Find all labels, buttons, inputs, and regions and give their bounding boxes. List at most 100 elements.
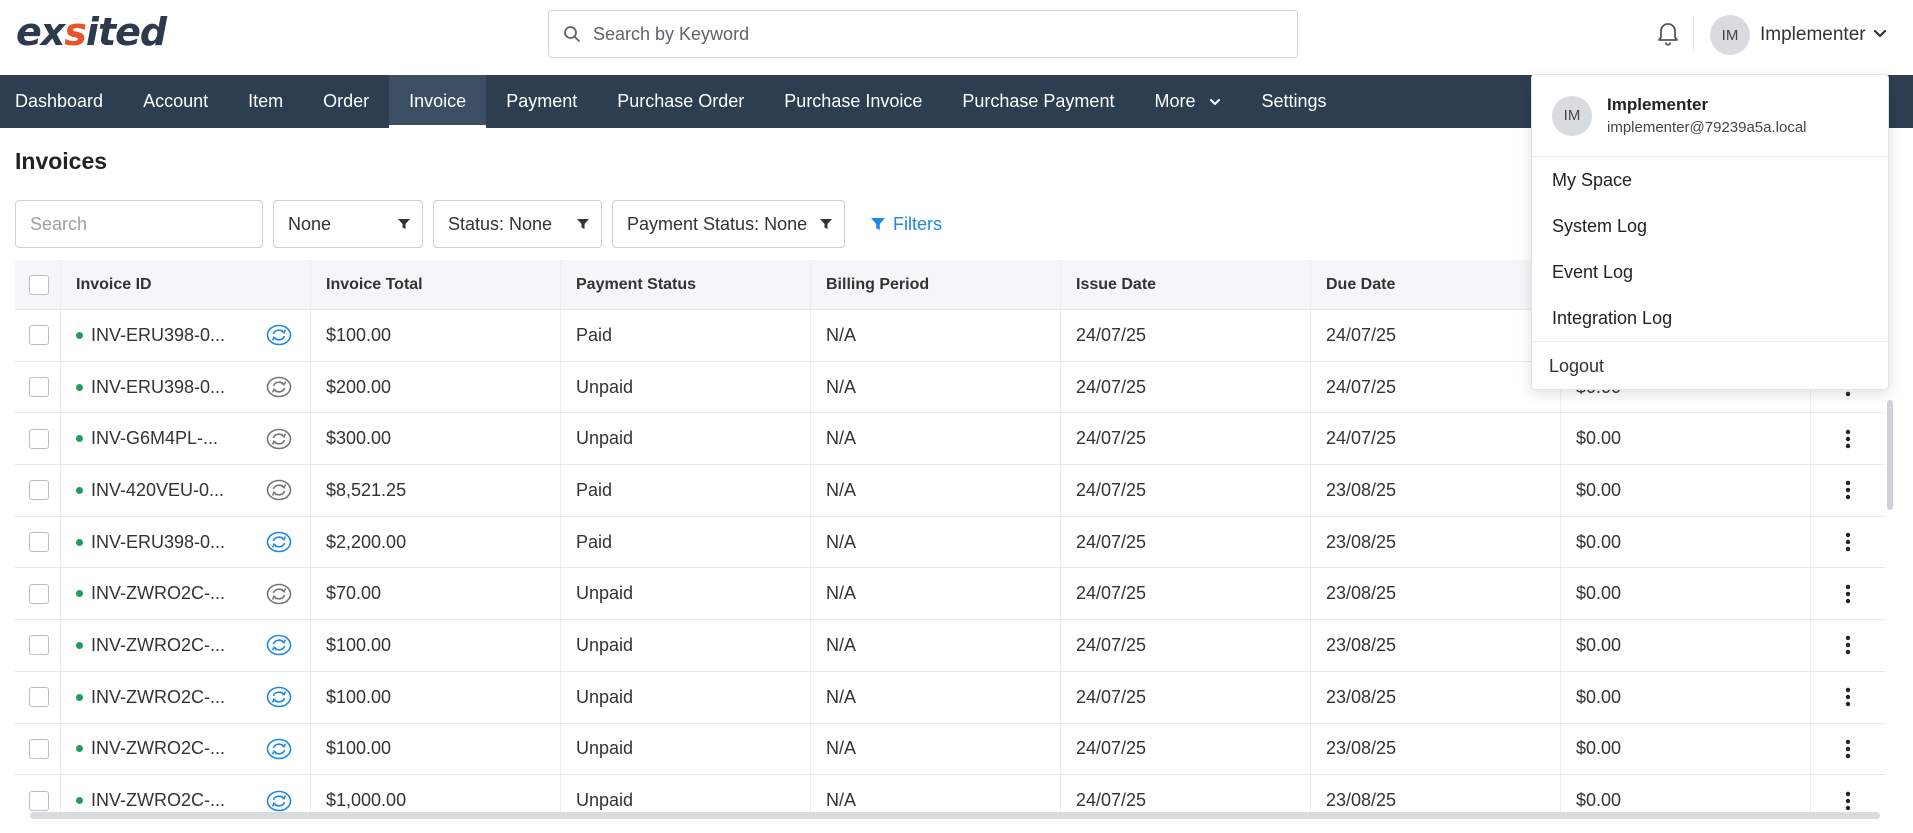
- payment-status-cell: Paid: [561, 516, 811, 568]
- header-payment-status[interactable]: Payment Status: [561, 260, 811, 309]
- user-name[interactable]: Implementer: [1760, 24, 1866, 46]
- billing-period-cell: N/A: [811, 413, 1061, 465]
- nav-item-account[interactable]: Account: [123, 75, 228, 128]
- issue-date-cell: 24/07/25: [1061, 568, 1311, 620]
- view-select[interactable]: None: [273, 200, 423, 248]
- nav-item-settings[interactable]: Settings: [1241, 75, 1346, 128]
- vertical-scrollbar[interactable]: [1887, 400, 1893, 510]
- row-checkbox[interactable]: [29, 635, 49, 656]
- nav-item-invoice[interactable]: Invoice: [389, 75, 487, 128]
- user-menu-items: My Space System Log Event Log Integratio…: [1532, 157, 1888, 342]
- row-checkbox[interactable]: [29, 790, 49, 811]
- row-checkbox[interactable]: [29, 377, 49, 398]
- sync-icon[interactable]: [266, 531, 292, 553]
- header-invoice-id[interactable]: Invoice ID: [61, 260, 311, 309]
- nav-item-more[interactable]: More: [1134, 75, 1241, 128]
- invoice-search-input[interactable]: [15, 200, 263, 248]
- horizontal-scrollbar[interactable]: [30, 812, 1880, 819]
- table-row[interactable]: INV-ZWRO2C-... $100.00 Unpaid N/A 24/07/25 23…: [15, 671, 1885, 724]
- sync-icon[interactable]: [266, 376, 292, 398]
- row-checkbox[interactable]: [29, 325, 49, 346]
- table-row[interactable]: INV-ZWRO2C-... $100.00 Unpaid N/A 24/07/25 23…: [15, 723, 1885, 776]
- invoice-id-link[interactable]: INV-ERU398-0...: [91, 532, 225, 553]
- global-search-input[interactable]: [593, 23, 1273, 45]
- row-checkbox[interactable]: [29, 480, 49, 501]
- sync-icon[interactable]: [266, 479, 292, 501]
- more-vertical-icon[interactable]: [1845, 686, 1851, 708]
- payment-status-cell: Unpaid: [561, 413, 811, 465]
- invoice-id-link[interactable]: INV-ZWRO2C-...: [91, 687, 225, 708]
- header-issue-date[interactable]: Issue Date: [1061, 260, 1311, 309]
- invoice-id-link[interactable]: INV-ERU398-0...: [91, 325, 225, 346]
- status-dot: [76, 590, 83, 598]
- sync-icon[interactable]: [266, 790, 292, 812]
- chevron-down-icon[interactable]: [1872, 28, 1888, 40]
- table-row[interactable]: INV-ZWRO2C-... $100.00 Unpaid N/A 24/07/25 23…: [15, 620, 1885, 672]
- billing-period-cell: N/A: [811, 568, 1061, 620]
- select-all-checkbox[interactable]: [29, 274, 49, 295]
- table-row[interactable]: INV-ERU398-0... $2,200.00 Paid N/A 24/07/25 2…: [15, 516, 1885, 569]
- row-checkbox-cell: [15, 465, 61, 516]
- menu-item-integration-log[interactable]: Integration Log: [1532, 295, 1888, 341]
- view-select-value: None: [288, 213, 332, 234]
- due-date-cell: 23/08/25: [1311, 516, 1561, 568]
- nav-item-purchase-invoice[interactable]: Purchase Invoice: [764, 75, 942, 128]
- more-vertical-icon[interactable]: [1845, 583, 1851, 605]
- top-header: exsited IM Implementer: [0, 0, 1913, 75]
- more-vertical-icon[interactable]: [1845, 479, 1851, 501]
- header-invoice-total[interactable]: Invoice Total: [311, 260, 561, 309]
- logout-button[interactable]: Logout: [1532, 342, 1888, 390]
- menu-item-event-log[interactable]: Event Log: [1532, 249, 1888, 295]
- invoice-id-link[interactable]: INV-ERU398-0...: [91, 377, 225, 398]
- due-date-cell: 23/08/25: [1311, 465, 1561, 516]
- header-billing-period[interactable]: Billing Period: [811, 260, 1061, 309]
- nav-item-dashboard[interactable]: Dashboard: [0, 75, 123, 128]
- user-avatar[interactable]: IM: [1710, 15, 1750, 55]
- sync-icon[interactable]: [266, 686, 292, 708]
- invoice-id-link[interactable]: INV-ZWRO2C-...: [91, 738, 225, 759]
- sync-icon[interactable]: [266, 428, 292, 450]
- invoice-id-link[interactable]: INV-ZWRO2C-...: [91, 583, 225, 604]
- row-checkbox[interactable]: [29, 738, 49, 759]
- table-row[interactable]: INV-G6M4PL-... $300.00 Unpaid N/A 24/07/25 24…: [15, 413, 1885, 466]
- menu-item-my-space[interactable]: My Space: [1532, 157, 1888, 203]
- row-checkbox[interactable]: [29, 428, 49, 449]
- row-checkbox-cell: [15, 516, 61, 568]
- header-divider: [1693, 16, 1694, 52]
- due-date-cell: 24/07/25: [1311, 361, 1561, 413]
- payment-status-select[interactable]: Payment Status: None: [612, 200, 845, 248]
- sync-icon[interactable]: [266, 324, 292, 346]
- more-vertical-icon[interactable]: [1845, 738, 1851, 760]
- status-select[interactable]: Status: None: [433, 200, 602, 248]
- row-checkbox[interactable]: [29, 583, 49, 604]
- sync-icon[interactable]: [266, 634, 292, 656]
- nav-item-item[interactable]: Item: [228, 75, 303, 128]
- nav-item-payment[interactable]: Payment: [486, 75, 597, 128]
- row-checkbox[interactable]: [29, 687, 49, 708]
- more-vertical-icon[interactable]: [1845, 634, 1851, 656]
- row-checkbox[interactable]: [29, 532, 49, 553]
- app-logo[interactable]: exsited: [16, 10, 167, 54]
- row-checkbox-cell: [15, 361, 61, 413]
- sync-icon[interactable]: [266, 738, 292, 760]
- invoice-id-link[interactable]: INV-G6M4PL-...: [91, 428, 218, 449]
- filters-button[interactable]: Filters: [871, 214, 942, 235]
- table-row[interactable]: INV-ZWRO2C-... $70.00 Unpaid N/A 24/07/25 23/…: [15, 568, 1885, 621]
- table-row[interactable]: INV-420VEU-0... $8,521.25 Paid N/A 24/07/25 2…: [15, 465, 1885, 517]
- notification-bell-icon[interactable]: [1655, 20, 1681, 48]
- billing-period-cell: N/A: [811, 310, 1061, 361]
- more-vertical-icon[interactable]: [1845, 428, 1851, 450]
- invoice-id-link[interactable]: INV-420VEU-0...: [91, 480, 224, 501]
- menu-item-system-log[interactable]: System Log: [1532, 203, 1888, 249]
- status-dot: [76, 435, 83, 443]
- nav-item-purchase-order[interactable]: Purchase Order: [597, 75, 764, 128]
- more-vertical-icon[interactable]: [1845, 790, 1851, 812]
- invoice-id-link[interactable]: INV-ZWRO2C-...: [91, 635, 225, 656]
- sync-icon[interactable]: [266, 583, 292, 605]
- nav-item-order[interactable]: Order: [303, 75, 389, 128]
- nav-item-purchase-payment[interactable]: Purchase Payment: [942, 75, 1134, 128]
- more-vertical-icon[interactable]: [1845, 531, 1851, 553]
- header-due-date[interactable]: Due Date: [1311, 260, 1561, 309]
- invoice-id-link[interactable]: INV-ZWRO2C-...: [91, 790, 225, 811]
- row-checkbox-cell: [15, 671, 61, 723]
